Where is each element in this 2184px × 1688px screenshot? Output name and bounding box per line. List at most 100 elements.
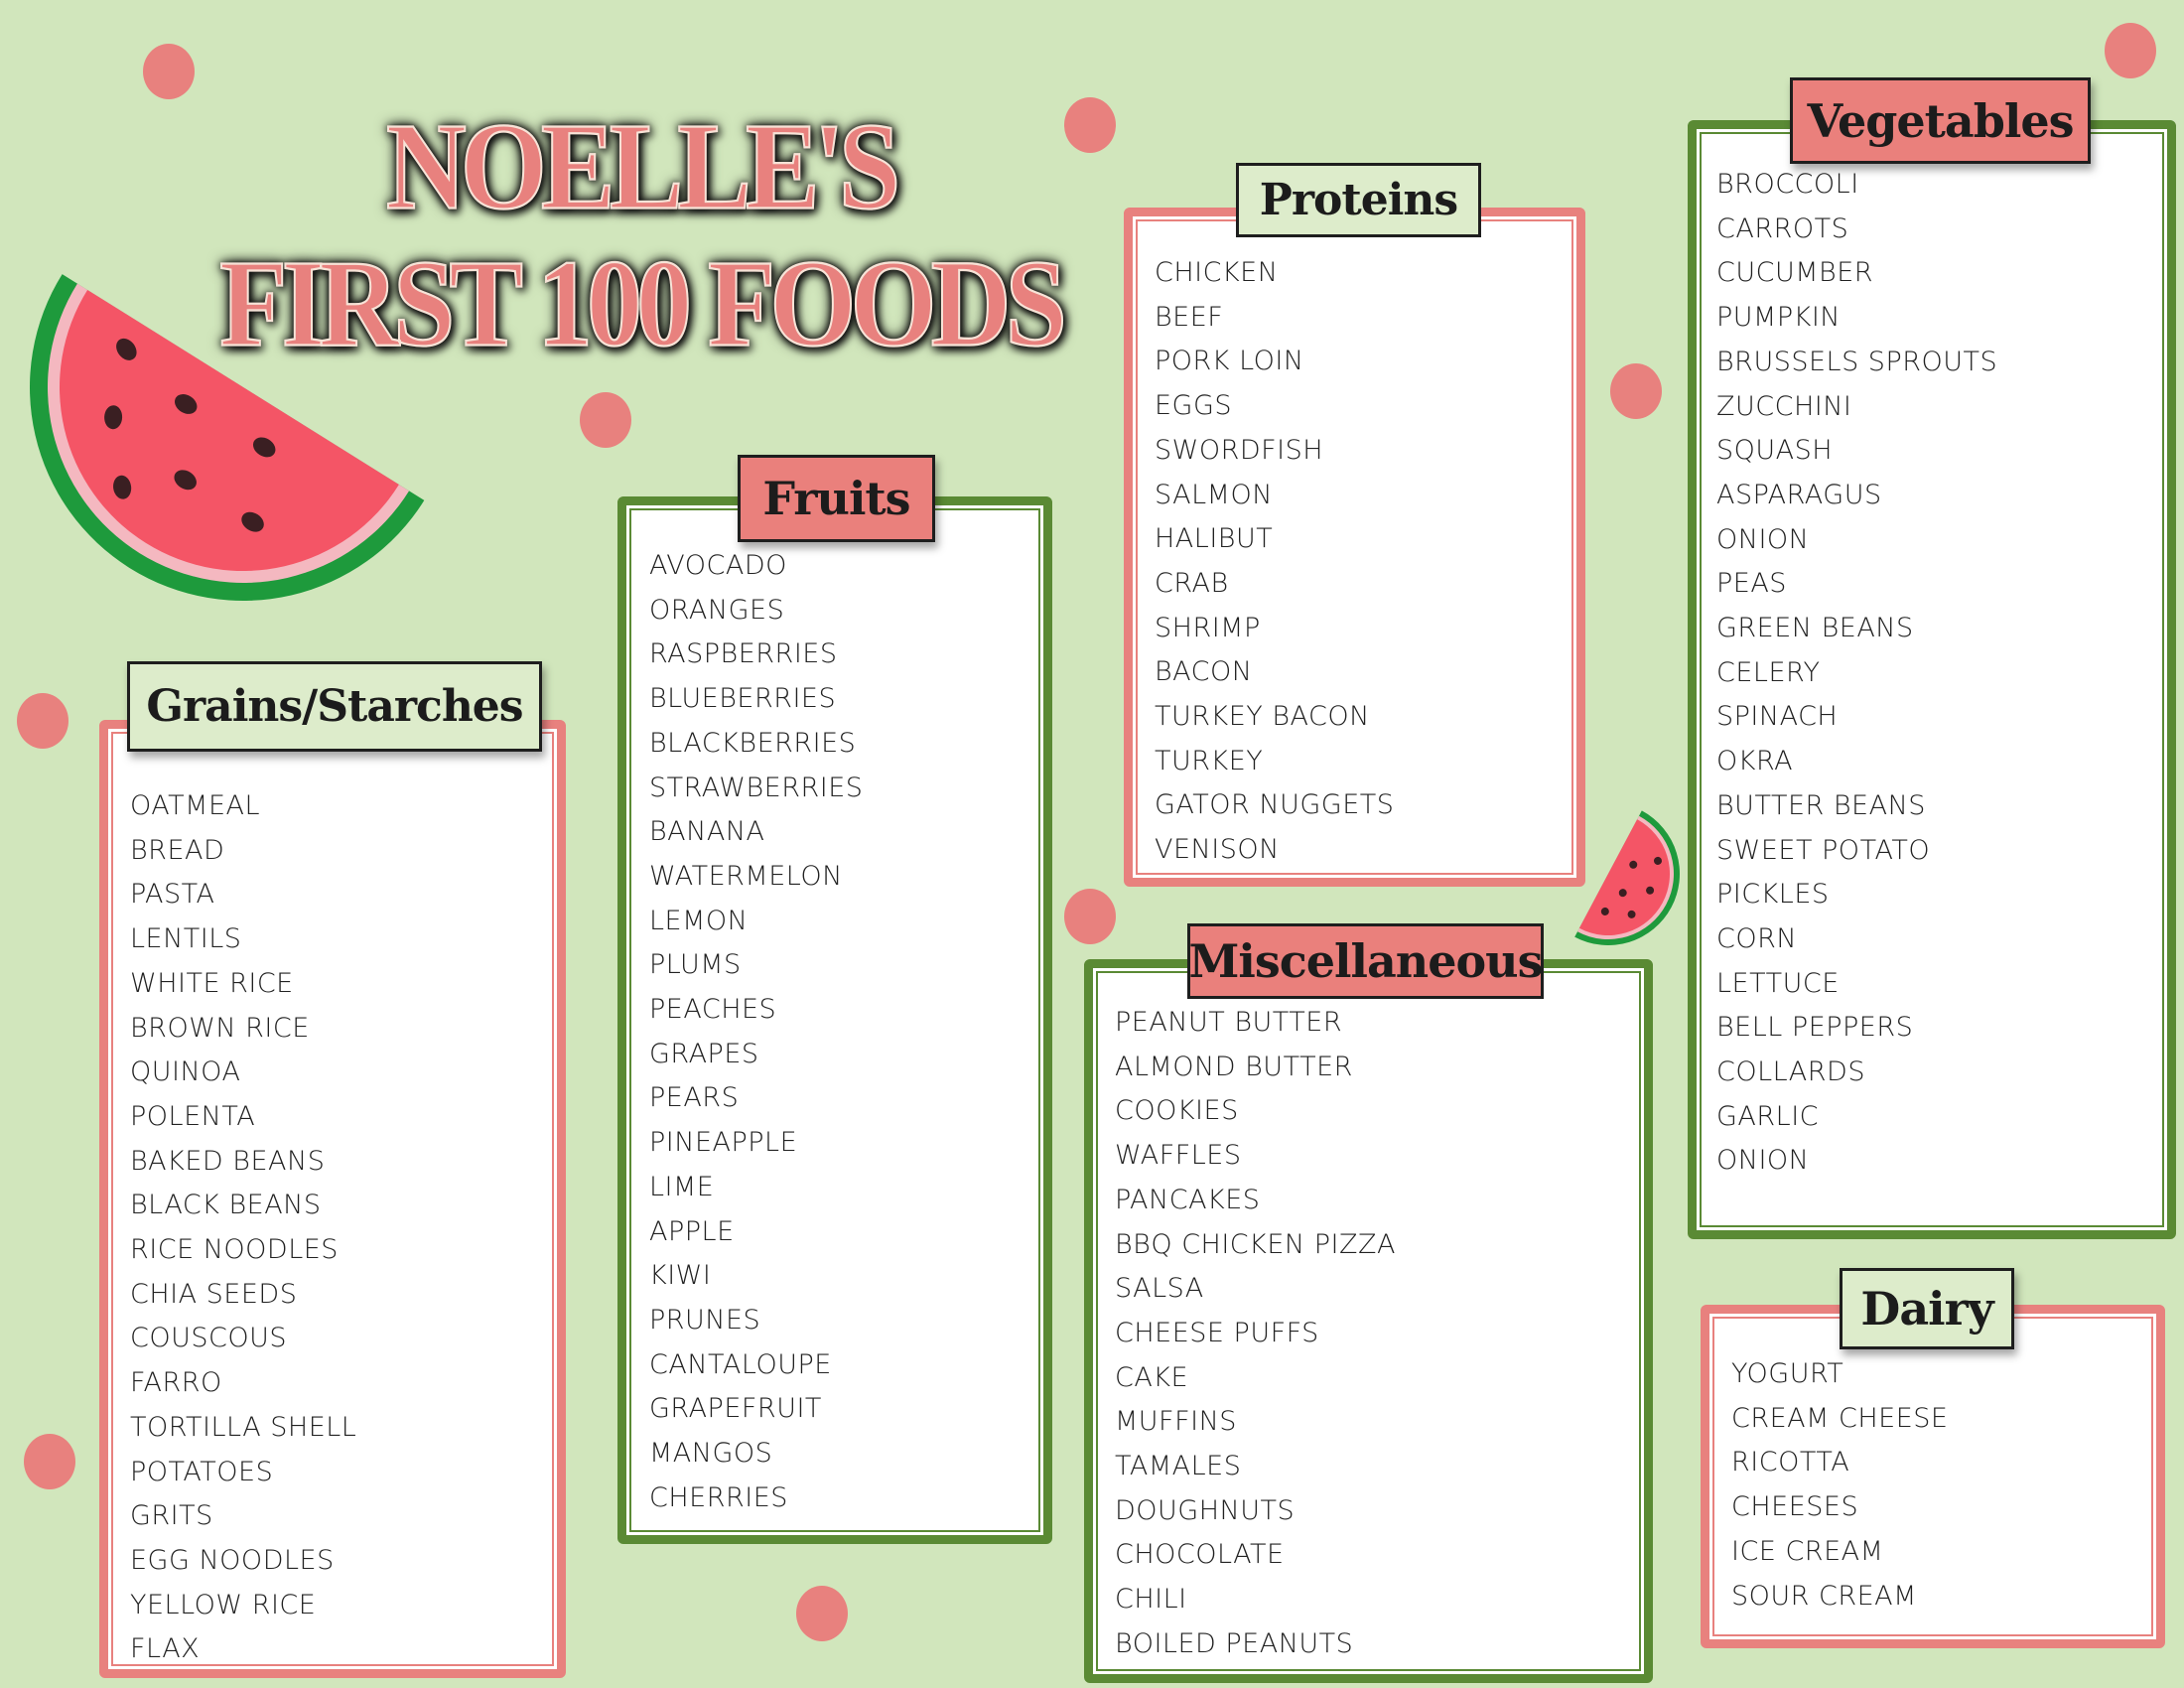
food-item: POLENTA xyxy=(130,1100,256,1132)
grains-header: Grains/Starches xyxy=(127,661,542,752)
food-item: PANCAKES xyxy=(1115,1184,1261,1215)
food-item: BACON xyxy=(1155,656,1253,688)
food-item: GRITS xyxy=(130,1500,213,1532)
food-item: LETTUCE xyxy=(1716,967,1840,999)
food-item: HALIBUT xyxy=(1155,523,1274,555)
food-item: ZUCCHINI xyxy=(1716,390,1852,422)
page-title-line-1: NOELLE'S xyxy=(385,97,901,236)
food-item: QUINOA xyxy=(130,1056,241,1088)
food-item: POTATOES xyxy=(130,1456,274,1487)
food-item: PEARS xyxy=(649,1082,740,1114)
food-item: GRAPES xyxy=(649,1038,759,1069)
food-item: LEMON xyxy=(649,905,749,936)
food-item: SALSA xyxy=(1115,1273,1204,1305)
food-item: ICE CREAM xyxy=(1731,1535,1884,1567)
fruits-header: Fruits xyxy=(738,455,935,542)
food-item: EGG NOODLES xyxy=(130,1544,335,1576)
food-item: YOGURT xyxy=(1731,1358,1844,1389)
dairy-header: Dairy xyxy=(1840,1268,2014,1349)
polka-dot xyxy=(143,44,195,99)
vegetables-header: Vegetables xyxy=(1790,77,2091,164)
food-item: CREAM CHEESE xyxy=(1731,1402,1949,1434)
food-item: APPLE xyxy=(649,1215,735,1247)
food-item: BLACKBERRIES xyxy=(649,727,857,759)
food-item: WHITE RICE xyxy=(130,967,294,999)
food-item: CAKE xyxy=(1115,1361,1189,1393)
food-item: GRAPEFRUIT xyxy=(649,1393,822,1425)
food-item: ONION xyxy=(1716,523,1810,555)
food-item: BANANA xyxy=(649,816,765,848)
food-item: AVOCADO xyxy=(649,550,787,581)
proteins-header: Proteins xyxy=(1236,163,1481,237)
polka-dot xyxy=(1064,889,1116,944)
food-item: BEEF xyxy=(1155,301,1224,333)
grains-list: OATMEAL BREAD PASTA LENTILS WHITE RICE BROWN … xyxy=(130,784,356,1672)
food-item: CARROTS xyxy=(1716,212,1849,244)
food-item: WATERMELON xyxy=(649,860,843,892)
polka-dot xyxy=(24,1434,75,1489)
misc-header: Miscellaneous xyxy=(1187,923,1544,999)
fruits-list: AVOCADO ORANGES RASPBERRIES BLUEBERRIES BLAC… xyxy=(649,544,863,1520)
food-item: BROCCOLI xyxy=(1716,169,1859,200)
food-item: MANGOS xyxy=(649,1438,773,1470)
food-item: COUSCOUS xyxy=(130,1323,288,1354)
food-item: WAFFLES xyxy=(1115,1140,1242,1172)
food-item: CELERY xyxy=(1716,656,1821,688)
food-item: SPINACH xyxy=(1716,701,1839,733)
food-item: RICE NOODLES xyxy=(130,1234,339,1266)
grains-card: OATMEAL BREAD PASTA LENTILS WHITE RICE BROWN … xyxy=(99,720,566,1678)
food-item: BREAD xyxy=(130,834,225,866)
food-item: GATOR NUGGETS xyxy=(1155,789,1395,821)
food-item: BOILED PEANUTS xyxy=(1115,1627,1354,1659)
food-item: PLUMS xyxy=(649,949,742,981)
food-item: RICOTTA xyxy=(1731,1447,1850,1478)
food-item: PORK LOIN xyxy=(1155,346,1304,377)
food-item: CHOCOLATE xyxy=(1115,1539,1285,1571)
food-item: TURKEY xyxy=(1155,745,1264,776)
food-item: STRAWBERRIES xyxy=(649,772,864,803)
polka-dot xyxy=(1610,363,1662,419)
watermelon-slice-icon xyxy=(30,274,425,601)
food-item: PEANUT BUTTER xyxy=(1115,1007,1343,1038)
food-item: SOUR CREAM xyxy=(1731,1580,1917,1612)
food-item: YELLOW RICE xyxy=(130,1589,317,1620)
proteins-list: CHICKEN BEEF PORK LOIN EGGS SWORDFISH SALMON H… xyxy=(1155,251,1394,873)
food-item: MUFFINS xyxy=(1115,1406,1237,1438)
food-item: EGGS xyxy=(1155,390,1233,422)
food-item: CHICKEN xyxy=(1155,257,1279,288)
dairy-list: YOGURT CREAM CHEESE RICOTTA CHEESES ICE CREA… xyxy=(1731,1352,1949,1618)
food-item: BUTTER BEANS xyxy=(1716,789,1926,821)
food-item: ONION xyxy=(1716,1145,1810,1177)
food-item: PINEAPPLE xyxy=(649,1127,798,1159)
food-item: TURKEY BACON xyxy=(1155,701,1370,733)
food-item: PICKLES xyxy=(1716,879,1830,911)
food-item: BBQ CHICKEN PIZZA xyxy=(1115,1228,1396,1260)
food-item: CHIA SEEDS xyxy=(130,1278,298,1310)
food-item: PEAS xyxy=(1716,568,1787,600)
food-item: BRUSSELS SPROUTS xyxy=(1716,346,1998,377)
food-item: FARRO xyxy=(130,1367,222,1399)
food-item: CHERRIES xyxy=(649,1481,788,1513)
food-item: KIWI xyxy=(649,1260,712,1292)
polka-dot xyxy=(796,1586,848,1641)
food-item: FLAX xyxy=(130,1633,201,1665)
food-item: PEACHES xyxy=(649,994,777,1026)
food-item: CUCUMBER xyxy=(1716,257,1874,289)
food-item: BELL PEPPERS xyxy=(1716,1012,1914,1044)
food-item: PASTA xyxy=(130,879,215,911)
watermelon-slice-icon xyxy=(1574,810,1680,945)
food-item: CRAB xyxy=(1155,567,1229,599)
food-item: SALMON xyxy=(1155,479,1273,510)
food-item: CHEESES xyxy=(1731,1491,1859,1523)
misc-list: PEANUT BUTTER ALMOND BUTTER COOKIES WAFFLES… xyxy=(1115,1001,1396,1667)
food-item: CHEESE PUFFS xyxy=(1115,1317,1319,1348)
food-item: ALMOND BUTTER xyxy=(1115,1051,1353,1082)
vegetables-list: BROCCOLI CARROTS CUCUMBER PUMPKIN BRUSSELS S… xyxy=(1716,163,1997,1184)
food-item: TORTILLA SHELL xyxy=(130,1411,357,1443)
food-item: RASPBERRIES xyxy=(649,638,838,670)
polka-dot xyxy=(580,392,631,448)
food-item: TAMALES xyxy=(1115,1451,1242,1482)
food-item: DOUGHNUTS xyxy=(1115,1494,1296,1526)
food-item: COOKIES xyxy=(1115,1095,1239,1127)
food-item: SHRIMP xyxy=(1155,612,1261,643)
